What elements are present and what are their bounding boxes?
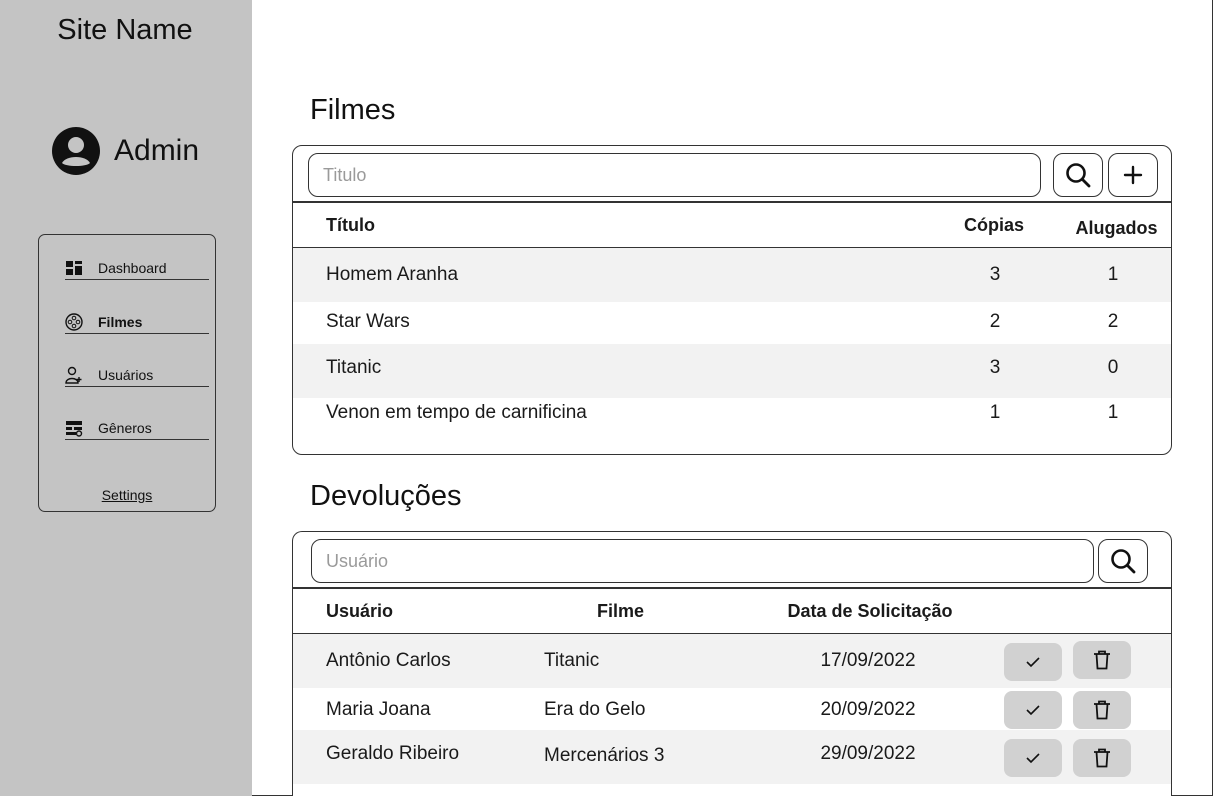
sidebar-item-filmes[interactable]: Filmes (65, 310, 209, 334)
cell-titulo: Star Wars (326, 311, 410, 332)
site-name: Site Name (57, 14, 193, 46)
trash-icon (1094, 700, 1110, 720)
devolucoes-search-input[interactable] (311, 539, 1094, 583)
sidebar-item-usuarios[interactable]: Usuários (65, 363, 209, 387)
sidebar-item-label: Usuários (98, 366, 154, 383)
sidebar-item-generos[interactable]: Gêneros (65, 416, 209, 440)
delete-return-button[interactable] (1073, 691, 1131, 729)
sidebar-item-dashboard[interactable]: Dashboard (65, 256, 209, 280)
column-header-copias: Cópias (963, 215, 1024, 235)
table-row: Antônio Carlos Titanic 17/09/2022 (293, 634, 1171, 688)
cell-titulo: Titanic (326, 357, 382, 378)
cell-copias: 2 (989, 311, 1001, 332)
search-icon (1111, 549, 1136, 574)
genres-icon (65, 419, 83, 437)
column-header-data: Data de Solicitação (787, 601, 953, 621)
sidebar-nav: Dashboard Filmes Usuários Gêneros Settin… (38, 234, 216, 512)
user-profile[interactable]: Admin (52, 127, 199, 175)
cell-alugados: 1 (1107, 402, 1119, 423)
cell-filme: Mercenários 3 (544, 745, 665, 766)
check-icon (1026, 705, 1040, 716)
table-row[interactable]: Homem Aranha 3 1 (293, 248, 1171, 302)
filmes-title: Filmes (310, 94, 396, 126)
dashboard-icon (65, 259, 83, 277)
cell-copias: 3 (989, 357, 1001, 378)
cell-titulo: Venon em tempo de carnificina (326, 402, 587, 423)
cell-alugados: 2 (1107, 311, 1119, 332)
table-row[interactable]: Titanic 3 0 (293, 344, 1171, 398)
user-avatar-icon (52, 127, 100, 175)
cell-data: 17/09/2022 (820, 650, 916, 671)
sidebar-item-label: Gêneros (98, 419, 152, 436)
column-header-alugados: Alugados (1075, 218, 1158, 238)
cell-usuario: Geraldo Ribeiro (326, 743, 460, 764)
table-row: Geraldo Ribeiro Mercenários 3 29/09/2022 (293, 730, 1171, 784)
table-row[interactable]: Venon em tempo de carnificina 1 1 (293, 398, 1171, 452)
cell-data: 20/09/2022 (820, 699, 916, 720)
cell-usuario: Maria Joana (326, 699, 431, 720)
filmes-panel: Título Cópias Alugados Homem Aranha 3 1 … (292, 145, 1172, 455)
devolucoes-title: Devoluções (310, 480, 462, 512)
film-reel-icon (65, 312, 83, 331)
cell-filme: Titanic (544, 650, 600, 671)
filmes-search-input[interactable] (308, 153, 1041, 197)
user-name: Admin (114, 134, 200, 167)
plus-icon (1123, 165, 1143, 185)
cell-data: 29/09/2022 (820, 743, 916, 764)
cell-filme: Era do Gelo (544, 699, 646, 720)
search-icon (1066, 163, 1091, 188)
add-film-button[interactable] (1108, 153, 1158, 197)
column-header-titulo: Título (326, 215, 375, 235)
sidebar-item-label: Filmes (98, 313, 143, 330)
devolucoes-search-button[interactable] (1098, 539, 1148, 583)
confirm-return-button[interactable] (1004, 739, 1062, 777)
check-icon (1026, 657, 1040, 668)
sidebar: Site Name Admin Dashboard Filmes Usuário… (0, 0, 252, 796)
filmes-table-header: Título Cópias Alugados (293, 201, 1171, 248)
delete-return-button[interactable] (1073, 739, 1131, 777)
confirm-return-button[interactable] (1004, 643, 1062, 681)
cell-alugados: 1 (1107, 264, 1119, 285)
cell-alugados: 0 (1107, 357, 1119, 378)
check-icon (1026, 753, 1040, 764)
column-header-usuario: Usuário (326, 601, 394, 621)
filmes-search-button[interactable] (1053, 153, 1103, 197)
column-header-filme: Filme (596, 601, 644, 621)
cell-copias: 1 (989, 402, 1001, 423)
sidebar-item-label: Dashboard (98, 259, 167, 276)
table-row[interactable]: Star Wars 2 2 (293, 302, 1171, 344)
cell-copias: 3 (989, 264, 1001, 285)
table-row: Maria Joana Era do Gelo 20/09/2022 (293, 688, 1171, 730)
confirm-return-button[interactable] (1004, 691, 1062, 729)
delete-return-button[interactable] (1073, 641, 1131, 679)
trash-icon (1094, 650, 1110, 670)
cell-usuario: Antônio Carlos (326, 650, 451, 671)
devolucoes-table-header: Usuário Filme Data de Solicitação (293, 587, 1171, 634)
devolucoes-panel: Usuário Filme Data de Solicitação Antôni… (292, 531, 1172, 796)
trash-icon (1094, 748, 1110, 768)
cell-titulo: Homem Aranha (326, 264, 459, 285)
add-user-icon (65, 366, 83, 384)
settings-link[interactable]: Settings (39, 487, 215, 503)
